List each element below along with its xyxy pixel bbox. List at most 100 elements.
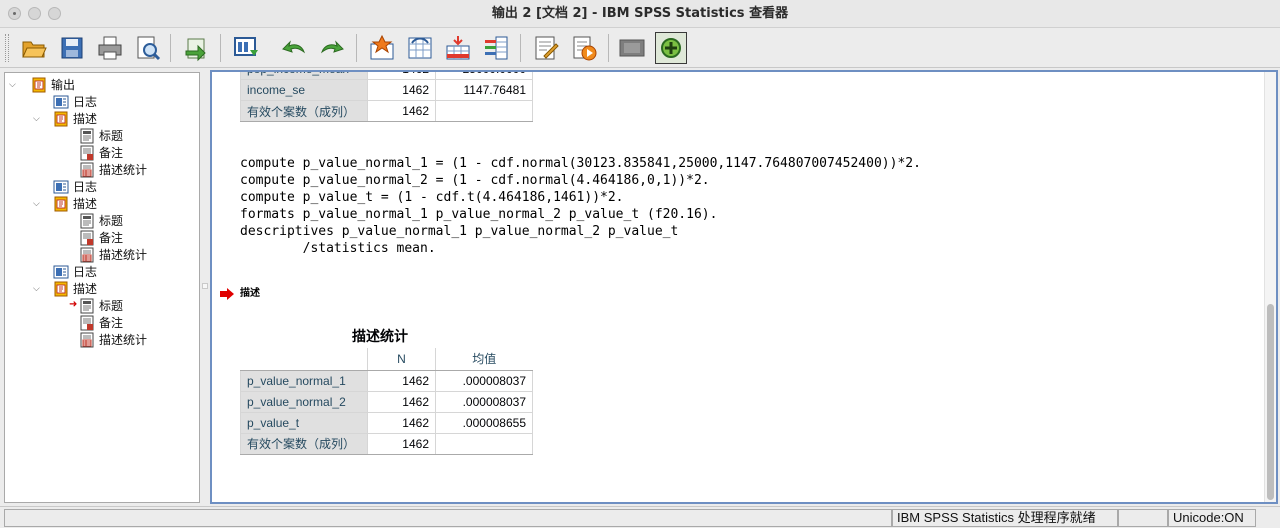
collapse-button[interactable]: [616, 32, 648, 64]
toolbar: [0, 28, 1280, 68]
cell-n: 1462: [367, 390, 436, 413]
outline-item-label: 标题: [99, 129, 124, 143]
table-page-icon: [79, 247, 95, 263]
goto-data-button[interactable]: [230, 32, 262, 64]
insert-cases-button[interactable]: [442, 32, 474, 64]
notes-icon: [79, 230, 95, 246]
outline-item[interactable]: 备注: [79, 144, 123, 161]
notes-icon: [79, 315, 95, 331]
expand-icon: [661, 38, 681, 58]
cell-n: 1462: [367, 411, 436, 434]
table-row[interactable]: income_se 1462 1147.76481: [240, 79, 533, 101]
toolbar-separator: [356, 34, 357, 62]
outline-item[interactable]: 标题: [79, 127, 123, 144]
table-page-icon: [79, 162, 95, 178]
outline-pane[interactable]: ⌵ 输出 日志 ⌵ 描述 标题 备注 描述统计 日志 ⌵ 描述 标题 备注 描述统计 日志 ⌵ 描述 ➜ 标题 备注描…: [4, 72, 200, 503]
run-button[interactable]: [568, 32, 600, 64]
output-book-icon: [31, 77, 47, 93]
collapse-icon: [619, 39, 645, 57]
table-row[interactable]: p_value_normal_2 1462.000008037: [240, 390, 533, 413]
designate-window-button[interactable]: [530, 32, 562, 64]
tree-toggle-chevron-icon[interactable]: ⌵: [33, 284, 43, 294]
table-page-icon: [79, 332, 95, 348]
outline-item-label: 日志: [73, 95, 98, 109]
top-descriptive-table[interactable]: pop_income_mean146225000.0000income_se14…: [240, 72, 533, 122]
cell-mean: 25000.0000: [435, 72, 533, 80]
row-label: p_value_normal_2: [240, 390, 368, 413]
goto-case-icon: [370, 34, 394, 60]
current-item-arrow-icon: [220, 285, 234, 304]
desc-table-title: 描述统计: [352, 328, 408, 344]
outline-item[interactable]: 日志: [53, 93, 97, 110]
outline-item[interactable]: 标题: [79, 297, 123, 314]
log-icon: [53, 94, 69, 110]
variables-button[interactable]: [480, 32, 512, 64]
row-label: pop_income_mean: [240, 72, 368, 80]
goto-case-button[interactable]: [366, 32, 398, 64]
table-row[interactable]: pop_income_mean146225000.0000: [240, 72, 533, 80]
outline-item[interactable]: 日志: [53, 263, 97, 280]
syntax-line: compute p_value_normal_2 = (1 - cdf.norm…: [240, 173, 710, 188]
outline-item[interactable]: 日志: [53, 178, 97, 195]
col-header-mean: 均值: [435, 348, 533, 371]
log-icon: [53, 179, 69, 195]
expand-button[interactable]: [655, 32, 687, 64]
title-bar: 输出 2 [文档 2] - IBM SPSS Statistics 查看器: [0, 0, 1280, 28]
outline-item[interactable]: 输出: [31, 76, 75, 93]
goto-variable-button[interactable]: [404, 32, 436, 64]
table-row[interactable]: p_value_normal_1 1462.000008037: [240, 369, 533, 392]
tree-toggle-chevron-icon[interactable]: ⌵: [9, 80, 19, 90]
outline-item[interactable]: 备注: [79, 314, 123, 331]
print-button[interactable]: [94, 32, 126, 64]
redo-button[interactable]: [316, 32, 348, 64]
print-icon: [98, 36, 122, 60]
vertical-scrollbar[interactable]: [1264, 72, 1276, 502]
syntax-line: compute p_value_normal_1 = (1 - cdf.norm…: [240, 156, 921, 171]
outline-item[interactable]: 描述统计: [79, 161, 147, 178]
print-preview-button[interactable]: [132, 32, 164, 64]
table-row[interactable]: 有效个案数（成列） 1462: [240, 432, 533, 455]
output-content-pane[interactable]: pop_income_mean146225000.0000income_se14…: [210, 70, 1278, 504]
variables-icon: [485, 36, 508, 60]
outline-item[interactable]: 描述: [53, 195, 97, 212]
outline-item-label: 备注: [99, 231, 124, 245]
scrollbar-thumb[interactable]: [1267, 304, 1274, 500]
outline-item[interactable]: 备注: [79, 229, 123, 246]
table-row[interactable]: 有效个案数（成列） 1462: [240, 100, 533, 122]
print-preview-icon: [137, 36, 161, 61]
outline-item-label: 备注: [99, 146, 124, 160]
row-label: 有效个案数（成列）: [240, 100, 368, 122]
open-button[interactable]: [18, 32, 50, 64]
status-message-cell: [4, 509, 892, 527]
redo-icon: [321, 40, 344, 54]
cell-mean: .000008655: [435, 411, 533, 434]
outline-item-label: 标题: [99, 299, 124, 313]
current-item-arrow-icon: ➜: [69, 299, 78, 310]
tree-toggle-chevron-icon[interactable]: ⌵: [33, 199, 43, 209]
toolbar-separator: [520, 34, 521, 62]
save-button[interactable]: [56, 32, 88, 64]
toolbar-separator: [170, 34, 171, 62]
outline-item[interactable]: 描述统计: [79, 331, 147, 348]
tree-toggle-chevron-icon[interactable]: ⌵: [33, 114, 43, 124]
outline-item[interactable]: 描述统计: [79, 246, 147, 263]
cell-n: 1462: [367, 72, 436, 80]
outline-item-label: 描述: [73, 282, 98, 296]
cell-n: 1462: [367, 432, 436, 455]
outline-item[interactable]: 标题: [79, 212, 123, 229]
notes-icon: [79, 145, 95, 161]
toolbar-grip[interactable]: [5, 34, 9, 62]
descriptive-stats-table[interactable]: N 均值 p_value_normal_1 1462.000008037 p_val…: [240, 348, 533, 455]
title-page-icon: [79, 128, 95, 144]
outline-item-label: 日志: [73, 265, 98, 279]
undo-button[interactable]: [278, 32, 310, 64]
log-icon: [53, 264, 69, 280]
outline-item[interactable]: 描述: [53, 280, 97, 297]
cell-mean: [435, 432, 533, 455]
procedure-heading[interactable]: 描述: [240, 284, 260, 299]
splitter-handle[interactable]: [202, 283, 208, 289]
row-header-blank: [240, 348, 368, 371]
table-row[interactable]: p_value_t 1462.000008655: [240, 411, 533, 434]
outline-item[interactable]: 描述: [53, 110, 97, 127]
export-button[interactable]: [180, 32, 212, 64]
